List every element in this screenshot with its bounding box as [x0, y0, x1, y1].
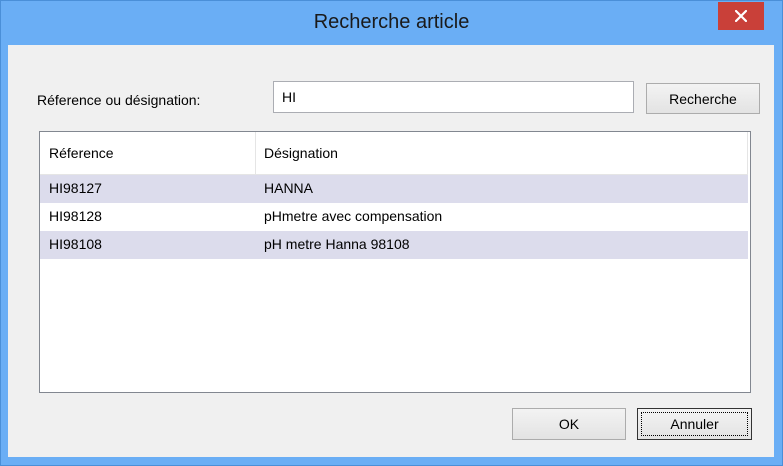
- ok-button[interactable]: OK: [512, 408, 626, 440]
- search-label: Réference ou désignation:: [37, 92, 201, 108]
- search-button[interactable]: Recherche: [646, 83, 760, 114]
- focus-rectangle: [641, 412, 748, 436]
- table-row[interactable]: HI98127 HANNA: [40, 175, 748, 203]
- search-input[interactable]: [273, 81, 634, 113]
- table-row[interactable]: HI98108 pH metre Hanna 98108: [40, 231, 748, 259]
- column-divider: [747, 132, 748, 174]
- dialog-body: Réference ou désignation: Recherche Réfe…: [8, 45, 774, 457]
- cell-designation: HANNA: [264, 180, 314, 196]
- results-table[interactable]: Réference Désignation HI98127 HANNA HI98…: [39, 131, 751, 393]
- column-header-designation[interactable]: Désignation: [264, 132, 338, 174]
- dialog-window: Recherche article Réference ou désignati…: [0, 0, 783, 466]
- table-row[interactable]: HI98128 pHmetre avec compensation: [40, 203, 748, 231]
- table-header: Réference Désignation: [40, 132, 748, 175]
- close-button[interactable]: [718, 2, 764, 30]
- cell-reference: HI98127: [49, 180, 102, 196]
- cell-reference: HI98108: [49, 236, 102, 252]
- cell-designation: pHmetre avec compensation: [264, 208, 443, 224]
- window-title: Recherche article: [313, 11, 470, 33]
- cancel-button[interactable]: Annuler: [637, 408, 752, 440]
- cell-designation: pH metre Hanna 98108: [264, 236, 410, 252]
- column-divider[interactable]: [255, 132, 256, 174]
- title-bar[interactable]: Recherche article: [1, 1, 782, 45]
- close-icon: [735, 10, 747, 22]
- column-header-reference[interactable]: Réference: [49, 132, 114, 174]
- cell-reference: HI98128: [49, 208, 102, 224]
